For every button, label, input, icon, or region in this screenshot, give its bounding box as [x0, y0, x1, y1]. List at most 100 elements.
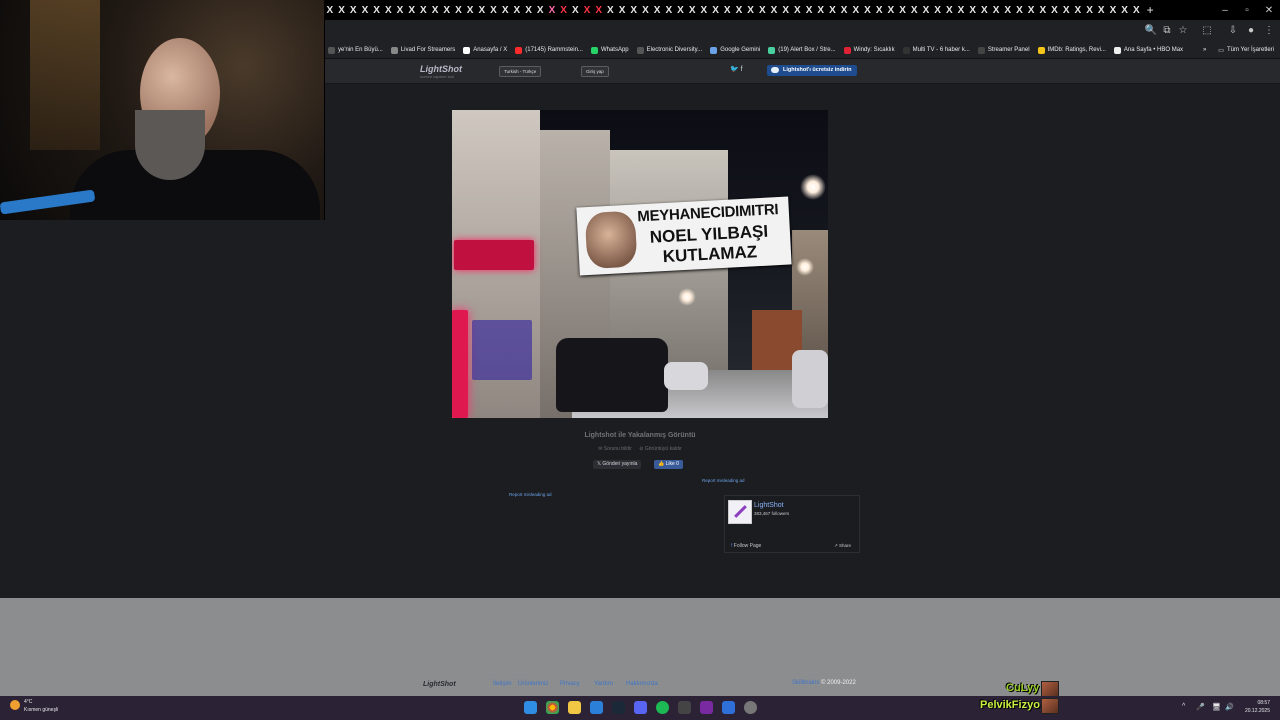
obs-icon[interactable]: [744, 701, 757, 714]
browser-tab[interactable]: X: [394, 0, 406, 20]
close-window-button[interactable]: ✕: [1258, 0, 1280, 20]
footer-link-privacy[interactable]: Privacy: [560, 681, 580, 687]
menu-icon[interactable]: ⋮: [1262, 24, 1276, 38]
browser-tab[interactable]: X: [476, 0, 488, 20]
browser-tab[interactable]: X: [873, 0, 885, 20]
browser-tab[interactable]: X: [418, 0, 430, 20]
browser-tab[interactable]: X: [1130, 0, 1142, 20]
browser-tab[interactable]: X: [745, 0, 757, 20]
spotify-icon[interactable]: [656, 701, 669, 714]
app-icon[interactable]: [700, 701, 713, 714]
browser-tab[interactable]: X: [1037, 0, 1049, 20]
bookmark-item[interactable]: (17145) Rammstein...: [511, 46, 587, 54]
browser-tab[interactable]: X: [1025, 0, 1037, 20]
file-explorer-icon[interactable]: [568, 701, 581, 714]
edge-icon[interactable]: [590, 701, 603, 714]
tray-chevron-icon[interactable]: ^: [1182, 703, 1185, 710]
maximize-button[interactable]: ▫: [1236, 0, 1258, 20]
start-menu-icon[interactable]: [524, 701, 537, 714]
browser-tab[interactable]: X: [569, 0, 581, 20]
footer-link-help[interactable]: Yardım: [594, 681, 613, 687]
browser-tab[interactable]: X: [955, 0, 967, 20]
browser-tab[interactable]: X: [382, 0, 394, 20]
follow-page-button[interactable]: f Follow Page: [731, 543, 761, 549]
browser-tab[interactable]: X: [1014, 0, 1026, 20]
system-clock[interactable]: 08:57 20.12.2025: [1245, 699, 1270, 715]
browser-tab[interactable]: X: [324, 0, 336, 20]
steam-icon[interactable]: [612, 701, 625, 714]
bookmark-item[interactable]: Ana Sayfa • HBO Max: [1110, 46, 1187, 54]
bookmark-item[interactable]: Streamer Panel: [974, 46, 1034, 54]
browser-tab[interactable]: X: [792, 0, 804, 20]
browser-tab[interactable]: X: [885, 0, 897, 20]
browser-tab[interactable]: X: [1084, 0, 1096, 20]
browser-tab[interactable]: X: [815, 0, 827, 20]
zoom-icon[interactable]: 🔍: [1144, 24, 1158, 38]
browser-tab[interactable]: X: [862, 0, 874, 20]
bookmark-item[interactable]: (19) Alert Box / Stre...: [764, 46, 839, 54]
browser-tab[interactable]: X: [1072, 0, 1084, 20]
browser-tab[interactable]: X: [511, 0, 523, 20]
browser-tab[interactable]: X: [488, 0, 500, 20]
browser-tab[interactable]: X: [593, 0, 605, 20]
report-ad-link-right[interactable]: Report misleading ad: [702, 478, 745, 483]
browser-tab[interactable]: X: [523, 0, 535, 20]
browser-tab[interactable]: X: [756, 0, 768, 20]
footer-logo[interactable]: LightShot: [423, 681, 456, 688]
browser-tab[interactable]: X: [768, 0, 780, 20]
all-bookmarks-button[interactable]: ▭ Tüm Yer İşaretleri: [1212, 47, 1280, 54]
remove-image-link[interactable]: ⊘ Görüntüyü kaldır: [639, 446, 682, 452]
tray-volume-icon[interactable]: 🔊: [1225, 703, 1234, 711]
browser-tab[interactable]: X: [336, 0, 348, 20]
bookmark-item[interactable]: Google Gemini: [706, 46, 764, 54]
browser-tab[interactable]: X: [581, 0, 593, 20]
facebook-share-button[interactable]: ↗ Share: [834, 543, 851, 549]
browser-tab[interactable]: X: [371, 0, 383, 20]
facebook-page-name[interactable]: LightShot: [754, 502, 784, 509]
calculator-icon[interactable]: [678, 701, 691, 714]
browser-tab[interactable]: X: [932, 0, 944, 20]
browser-tab[interactable]: X: [710, 0, 722, 20]
browser-tab[interactable]: X: [943, 0, 955, 20]
browser-tab[interactable]: X: [686, 0, 698, 20]
bookmark-item[interactable]: Livad For Streamers: [387, 46, 459, 54]
browser-tab[interactable]: X: [651, 0, 663, 20]
browser-tab[interactable]: X: [640, 0, 652, 20]
minimize-button[interactable]: –: [1214, 0, 1236, 20]
browser-tab[interactable]: X: [897, 0, 909, 20]
browser-tab[interactable]: X: [499, 0, 511, 20]
browser-tab[interactable]: X: [616, 0, 628, 20]
footer-link-contact[interactable]: İletişim: [493, 681, 512, 687]
browser-tab[interactable]: X: [838, 0, 850, 20]
browser-tab[interactable]: X: [967, 0, 979, 20]
browser-tab[interactable]: X: [990, 0, 1002, 20]
social-links[interactable]: 🐦 f: [730, 65, 743, 73]
screenshot-image[interactable]: MEYHANECIDIMITRI NOEL YILBAŞI KUTLAMAZ: [452, 110, 828, 418]
browser-tab[interactable]: X: [1002, 0, 1014, 20]
browser-tab[interactable]: X: [675, 0, 687, 20]
bookmark-item[interactable]: Anasayfa / X: [459, 46, 511, 54]
bookmarks-more-button[interactable]: »: [1197, 47, 1212, 53]
bookmark-item[interactable]: Electronic Diversity...: [633, 46, 707, 54]
tray-network-icon[interactable]: 🖥: [1212, 703, 1221, 711]
browser-tab[interactable]: X: [803, 0, 815, 20]
lightshot-logo[interactable]: LightShot screen capture tool: [420, 64, 462, 79]
bookmark-item[interactable]: ye'nin En Büyü...: [324, 46, 387, 54]
download-button[interactable]: Lightshot'ı ücretsiz indirin: [767, 65, 857, 76]
browser-tab[interactable]: X: [359, 0, 371, 20]
browser-tab[interactable]: X: [453, 0, 465, 20]
extensions-icon[interactable]: ⬚: [1200, 24, 1214, 38]
store-icon[interactable]: [722, 701, 735, 714]
bookmark-item[interactable]: WhatsApp: [587, 46, 633, 54]
chrome-icon[interactable]: [546, 701, 559, 714]
browser-tab[interactable]: X: [920, 0, 932, 20]
browser-tab[interactable]: X: [441, 0, 453, 20]
report-issue-link[interactable]: ✉ Sorunu bildir: [598, 446, 632, 452]
browser-tab[interactable]: X: [698, 0, 710, 20]
browser-tab[interactable]: X: [663, 0, 675, 20]
lightshot-page-avatar[interactable]: [728, 500, 752, 524]
browser-tab[interactable]: X: [1107, 0, 1119, 20]
share-x-button[interactable]: 𝕏 Gönderi yayınla: [593, 460, 642, 469]
browser-tab[interactable]: X: [558, 0, 570, 20]
browser-tab[interactable]: X: [406, 0, 418, 20]
